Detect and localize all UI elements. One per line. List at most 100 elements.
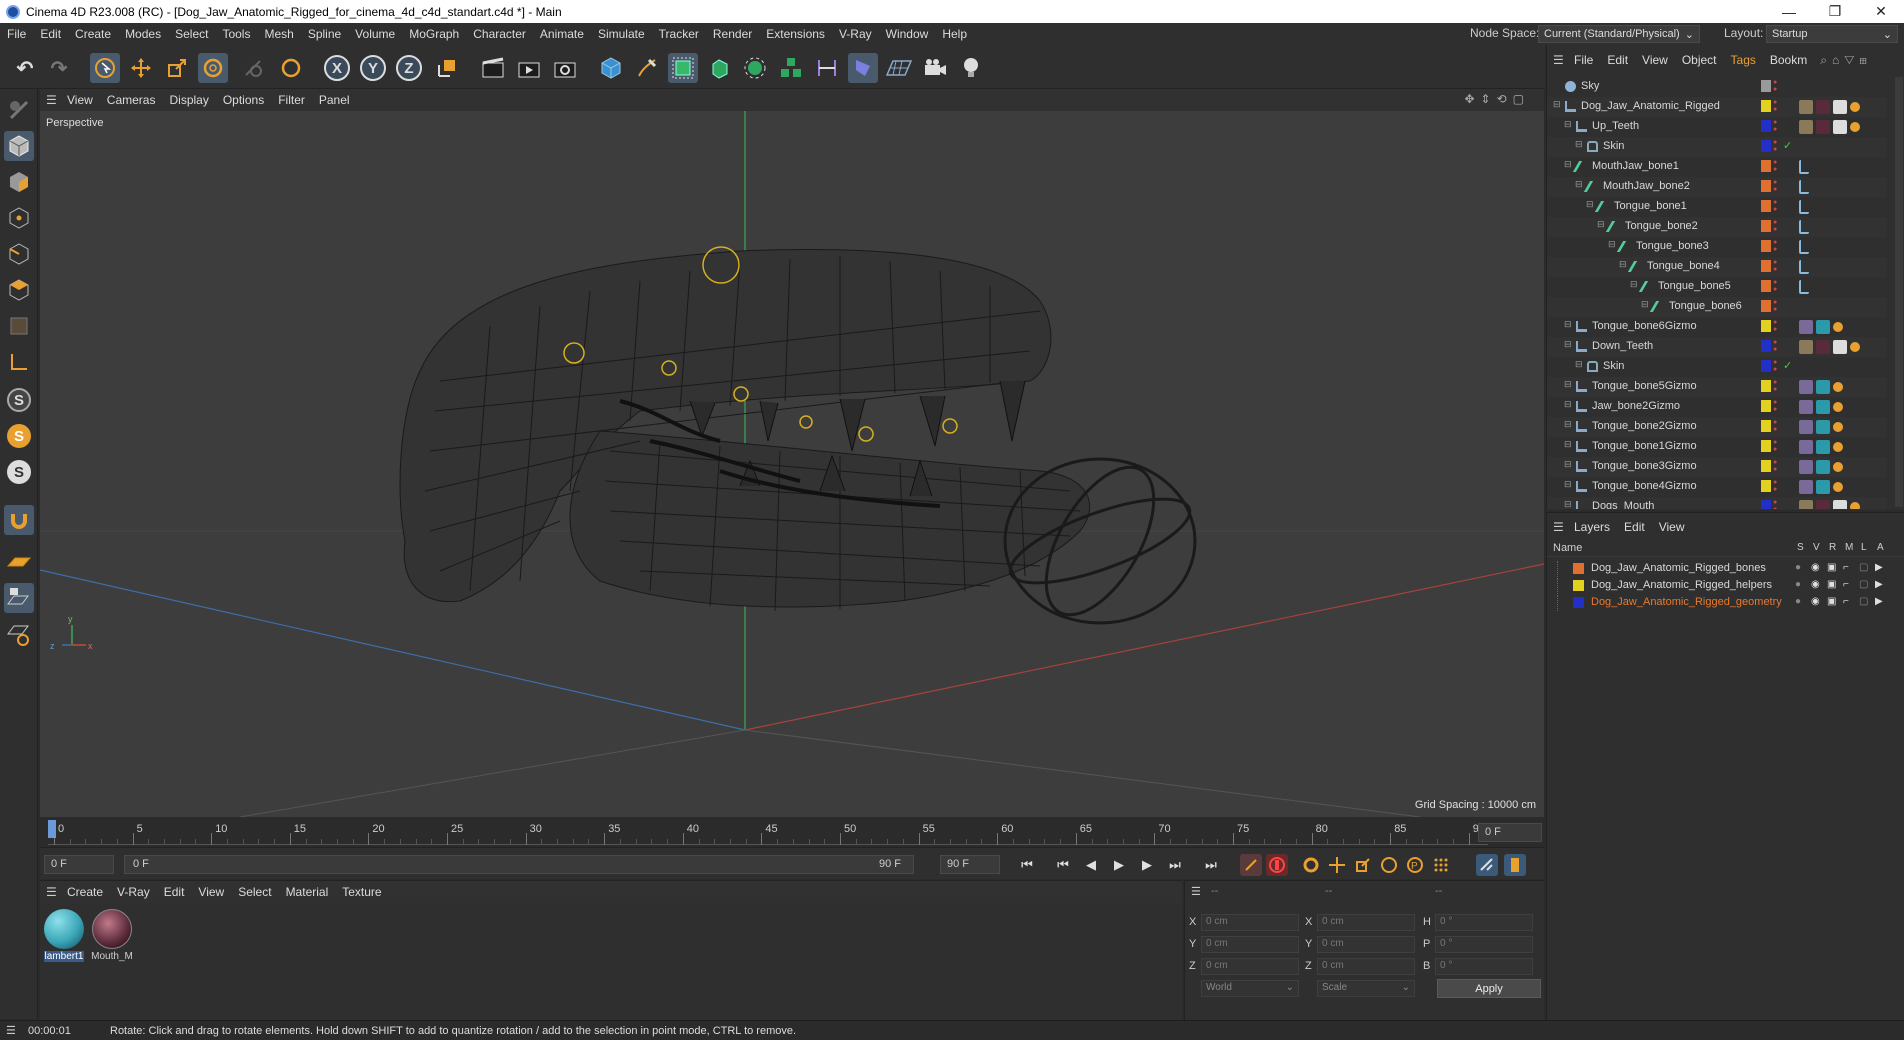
ik-tag-icon[interactable] <box>1799 260 1809 274</box>
object-row[interactable]: ⊟ Dog_Jaw_Anatomic_Rigged ● ● <box>1547 97 1887 117</box>
expand-toggle-icon[interactable]: ⊟ <box>1608 239 1616 250</box>
object-row[interactable]: ⊟ Up_Teeth ● ● <box>1547 117 1887 137</box>
texture-tag-icon[interactable] <box>1816 320 1830 334</box>
object-row[interactable]: ⊟ Tongue_bone1 ● ● <box>1547 197 1887 217</box>
layer-color-swatch[interactable] <box>1761 280 1771 292</box>
object-row[interactable]: ⊟ Tongue_bone4 ● ● <box>1547 257 1887 277</box>
expand-toggle-icon[interactable]: ⊟ <box>1564 499 1572 509</box>
menu-mograph[interactable]: MoGraph <box>402 27 466 41</box>
next-frame-button[interactable]: ▶ <box>1136 854 1158 876</box>
redo-button[interactable]: ↷ <box>44 53 74 83</box>
end-frame-field[interactable]: 90 F <box>940 855 1000 874</box>
lock-icon[interactable]: ▢ <box>1859 562 1868 573</box>
size-y-field[interactable]: 0 cm <box>1317 936 1415 953</box>
visibility-dots-icon[interactable]: ●● <box>1773 359 1779 374</box>
layer-color-swatch[interactable] <box>1761 120 1771 132</box>
layer-color-swatch[interactable] <box>1761 480 1771 492</box>
texture-tag-icon[interactable] <box>1816 480 1830 494</box>
layer-menu-view[interactable]: View <box>1652 520 1692 534</box>
move-button[interactable] <box>126 53 156 83</box>
ik-tag-icon[interactable] <box>1799 200 1809 214</box>
layer-color-swatch[interactable] <box>1573 563 1584 574</box>
object-menu-file[interactable]: File <box>1567 53 1600 67</box>
motion-system-button[interactable] <box>1476 854 1498 876</box>
menu-window[interactable]: Window <box>879 27 936 41</box>
field-button[interactable] <box>848 53 878 83</box>
rot-h-field[interactable]: 0 ° <box>1435 914 1533 931</box>
texture-tag-icon[interactable] <box>1816 460 1830 474</box>
ik-tag-icon[interactable] <box>1799 180 1809 194</box>
rot-b-field[interactable]: 0 ° <box>1435 958 1533 975</box>
layer-row[interactable]: Dog_Jaw_Anatomic_Rigged_helpers ● ◉ ▣ ⌐ ▢ ▶ <box>1547 577 1904 594</box>
viewport-menu-display[interactable]: Display <box>162 93 215 107</box>
apply-button[interactable]: Apply <box>1437 979 1541 998</box>
visibility-dots-icon[interactable]: ●● <box>1773 99 1779 114</box>
hamburger-icon[interactable]: ☰ <box>1553 520 1567 534</box>
coordinate-system-button[interactable] <box>432 53 462 83</box>
solo-dot-icon[interactable]: ● <box>1795 562 1801 573</box>
timeline-window-button[interactable] <box>1504 854 1526 876</box>
lock-icon[interactable]: ▢ <box>1859 579 1868 590</box>
menu-simulate[interactable]: Simulate <box>591 27 652 41</box>
y-axis-lock-button[interactable]: Y <box>360 55 386 81</box>
tongue-bone6-gizmo[interactable] <box>942 418 958 434</box>
object-row[interactable]: ⊟ Tongue_bone6 ● ● <box>1547 297 1887 317</box>
position-key-button[interactable] <box>1326 854 1348 876</box>
visibility-dots-icon[interactable]: ●● <box>1773 159 1779 174</box>
material-mouth[interactable]: Mouth_M <box>90 909 134 962</box>
texture-tag-icon[interactable] <box>1799 440 1813 454</box>
object-row[interactable]: ⊟ Dogs_Mouth ●● <box>1547 497 1887 509</box>
layer-color-swatch[interactable] <box>1761 240 1771 252</box>
viewport-navigation-icons[interactable]: ✥⇕⟲▢ <box>1464 92 1530 106</box>
texture-tag-icon[interactable] <box>1816 500 1830 509</box>
texture-tag-icon[interactable] <box>1816 400 1830 414</box>
extrude-button[interactable] <box>704 53 734 83</box>
frame-range-slider[interactable]: 0 F 90 F <box>124 855 914 874</box>
current-frame-field[interactable]: 0 F <box>1478 823 1542 842</box>
texture-tag-icon[interactable] <box>1799 420 1813 434</box>
hamburger-icon[interactable]: ☰ <box>46 93 60 107</box>
layer-menu-layers[interactable]: Layers <box>1567 520 1617 534</box>
visibility-eye-icon[interactable]: ◉ <box>1811 579 1820 590</box>
size-x-field[interactable]: 0 cm <box>1317 914 1415 931</box>
object-menu-object[interactable]: Object <box>1675 53 1724 67</box>
texture-tag-icon[interactable] <box>1816 420 1830 434</box>
texture-tag-icon[interactable] <box>1799 480 1813 494</box>
texture-tag-icon[interactable] <box>1799 400 1813 414</box>
visibility-dots-icon[interactable]: ●● <box>1773 299 1779 314</box>
object-row[interactable]: ⊟ Tongue_bone3Gizmo ● ● <box>1547 457 1887 477</box>
layer-color-swatch[interactable] <box>1761 440 1771 452</box>
menu-spline[interactable]: Spline <box>301 27 348 41</box>
object-row[interactable]: ⊟ Tongue_bone5Gizmo ● ● <box>1547 377 1887 397</box>
render-view-button[interactable] <box>514 53 544 83</box>
hamburger-icon[interactable]: ☰ <box>46 885 60 899</box>
layer-color-swatch[interactable] <box>1573 597 1584 608</box>
edges-mode-button[interactable] <box>4 239 34 269</box>
layer-color-swatch[interactable] <box>1761 500 1771 509</box>
expand-toggle-icon[interactable]: ⊟ <box>1641 299 1649 310</box>
object-row[interactable]: ⊟ Jaw_bone2Gizmo ● ● <box>1547 397 1887 417</box>
minimize-button[interactable]: — <box>1766 0 1812 23</box>
next-key-button[interactable]: ⏭ <box>1164 854 1186 876</box>
expand-toggle-icon[interactable]: ⊟ <box>1564 479 1572 490</box>
layer-color-swatch[interactable] <box>1761 160 1771 172</box>
coordinate-mode-dropdown[interactable]: World ⌄ <box>1201 980 1299 997</box>
material-dot-tag-icon[interactable] <box>1833 482 1843 492</box>
subdivision-button[interactable] <box>668 53 698 83</box>
render-region-button[interactable] <box>478 53 508 83</box>
expand-toggle-icon[interactable]: ⊟ <box>1564 439 1572 450</box>
material-menu-texture[interactable]: Texture <box>335 885 388 899</box>
visibility-eye-icon[interactable]: ◉ <box>1811 596 1820 607</box>
material-dot-tag-icon[interactable] <box>1850 122 1860 132</box>
visibility-dots-icon[interactable]: ●● <box>1773 219 1779 234</box>
size-mode-dropdown[interactable]: Scale ⌄ <box>1317 980 1415 997</box>
object-row[interactable]: ⊟ Tongue_bone1Gizmo ● ● <box>1547 437 1887 457</box>
visibility-eye-icon[interactable]: ◉ <box>1811 562 1820 573</box>
autokey-button[interactable] <box>1266 854 1288 876</box>
viewport-menu-options[interactable]: Options <box>216 93 271 107</box>
visibility-dots-icon[interactable]: ●● <box>1773 119 1779 134</box>
material-dot-tag-icon[interactable] <box>1850 502 1860 509</box>
texture-tag-icon[interactable] <box>1799 100 1813 114</box>
mograph-button[interactable] <box>776 53 806 83</box>
object-row[interactable]: ⊟ MouthJaw_bone1 ● ● <box>1547 157 1887 177</box>
